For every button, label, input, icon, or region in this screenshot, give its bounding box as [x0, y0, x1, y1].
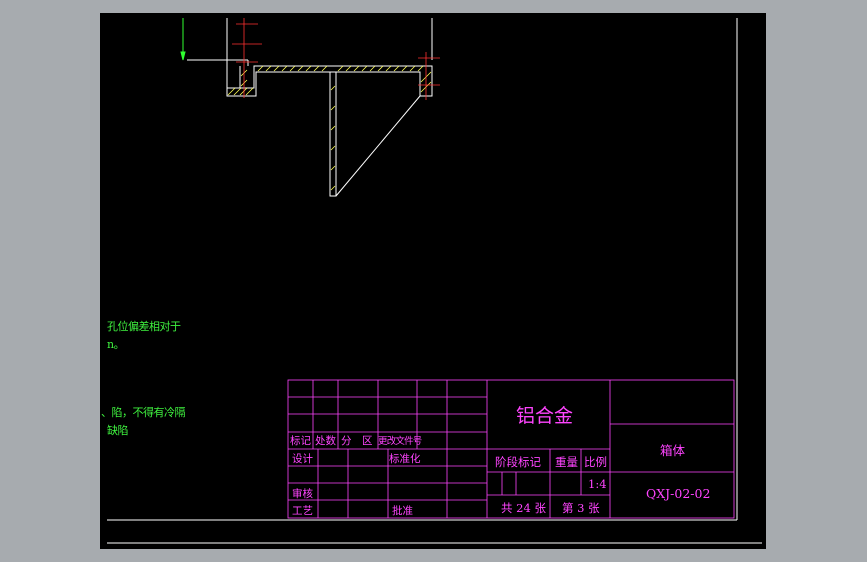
- tech-note-line-1: 孔位偏差相对于: [107, 320, 181, 333]
- part-name: 箱体: [660, 443, 686, 458]
- part-section: [180, 18, 433, 197]
- cad-drawing: [107, 18, 762, 544]
- rev-header-count: 处数: [315, 435, 336, 447]
- rev-header-zone: 分 区: [341, 435, 373, 447]
- tech-note-line-2: n。: [107, 338, 125, 351]
- review-label: 审核: [292, 488, 313, 500]
- design-label: 设计: [292, 453, 313, 465]
- process-label: 工艺: [292, 505, 313, 517]
- rev-header-mark: 标记: [290, 435, 311, 447]
- scale-label: 比例: [584, 455, 607, 469]
- weight-label: 重量: [555, 455, 578, 469]
- stage-label: 阶段标记: [495, 455, 541, 469]
- approve-label: 批准: [392, 505, 413, 517]
- drawing-number: QXJ-02-02: [646, 486, 711, 501]
- material-label: 铝合金: [516, 405, 574, 427]
- tech-note-line-4: 缺陷。: [103, 424, 128, 437]
- total-sheets: 共 24 张: [501, 501, 546, 515]
- scale-value: 1:4: [588, 477, 607, 491]
- rev-header-doc: 更改文件号: [378, 436, 422, 447]
- sheet-number: 第 3 张: [562, 501, 600, 515]
- standardization-label: 标准化: [389, 453, 421, 465]
- tech-note-line-3: 陷，不得有冷隔、: [101, 406, 186, 419]
